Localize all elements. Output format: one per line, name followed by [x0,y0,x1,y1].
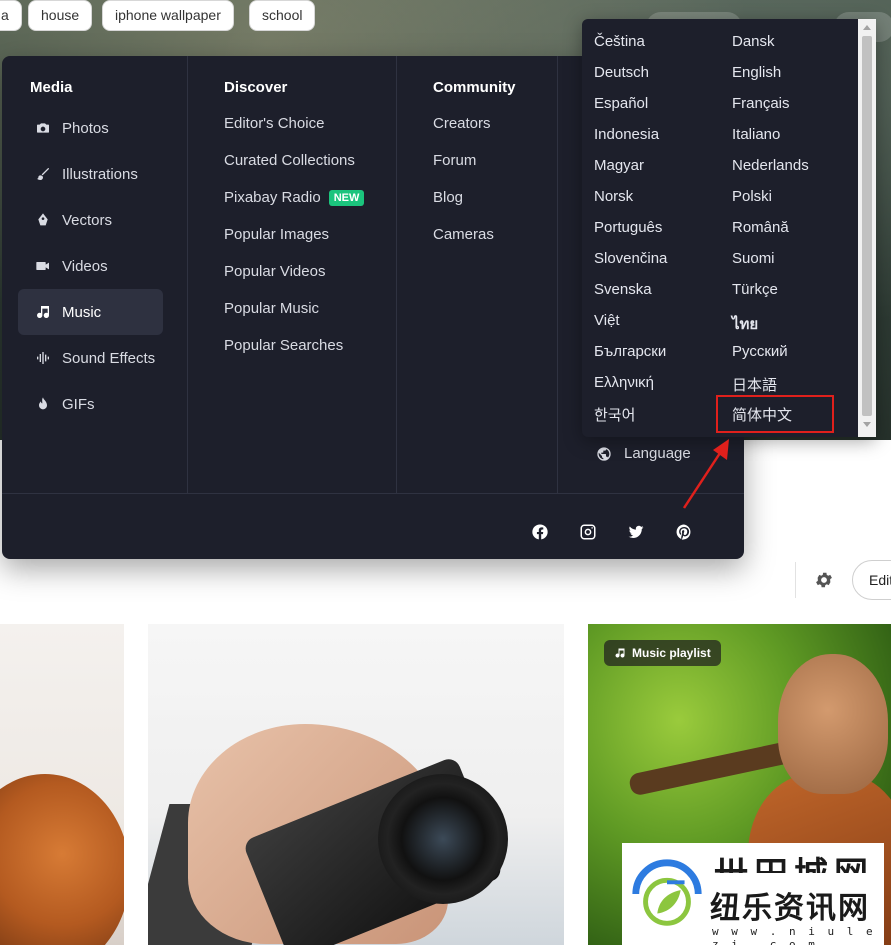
menu-item-label: GIFs [62,395,95,413]
badge-label: Music playlist [632,646,711,660]
menu-item-label: Sound Effects [62,349,156,367]
link-popular-videos[interactable]: Popular Videos [224,263,325,280]
language-option[interactable]: Русский [732,343,788,360]
language-option[interactable]: Việt [594,312,620,329]
globe-icon [597,446,611,461]
link-editors-choice[interactable]: Editor's Choice [224,115,324,132]
divider [795,562,796,598]
language-option[interactable]: Indonesia [594,126,659,143]
language-option[interactable]: Ελληνική [594,374,654,391]
annotation-highlight-box [716,395,834,433]
language-option[interactable]: Български [594,343,666,360]
divider [557,56,558,493]
divider [187,56,188,493]
scroll-up-arrow-icon[interactable] [863,25,871,30]
edit-button[interactable]: Edit [852,560,891,600]
brand-logo-icon [632,859,702,926]
language-option[interactable]: 日本語 [732,374,777,395]
twitter-icon[interactable] [626,522,646,542]
watermark-logo: 卅田城网 纽乐资讯网 w w w . n i u l e z i . c o m [622,843,884,945]
link-pixabay-radio[interactable]: Pixabay Radio NEW [224,189,365,206]
link-label: Pixabay Radio [224,189,321,206]
tag-chip[interactable]: house [28,0,93,31]
music-note-icon [34,303,52,321]
menu-item-music[interactable]: Music [18,289,163,335]
language-option[interactable]: Português [594,219,662,236]
menu-item-photos[interactable]: Photos [18,105,163,151]
menu-item-vectors[interactable]: Vectors [18,197,163,243]
music-playlist-badge: Music playlist [604,640,721,666]
link-blog[interactable]: Blog [433,189,463,206]
language-option[interactable]: Français [732,95,790,112]
language-option[interactable]: Română [732,219,789,236]
menu-item-sound-effects[interactable]: Sound Effects [18,335,163,381]
scroll-down-arrow-icon[interactable] [863,422,871,427]
gear-icon[interactable] [814,570,834,590]
link-cameras[interactable]: Cameras [433,226,494,243]
brush-icon [34,165,52,183]
menu-item-gifs[interactable]: GIFs [18,381,163,427]
waveform-icon [34,349,52,367]
link-popular-searches[interactable]: Popular Searches [224,337,343,354]
watermark-url: w w w . n i u l e z i . c o m [712,925,876,945]
link-popular-images[interactable]: Popular Images [224,226,329,243]
pinterest-icon[interactable] [674,522,694,542]
language-option[interactable]: Italiano [732,126,780,143]
pen-tool-icon [34,211,52,229]
language-selector[interactable]: Language [596,445,691,462]
language-option[interactable]: Dansk [732,33,775,50]
language-option[interactable]: Svenska [594,281,652,298]
discover-title: Discover [224,79,288,96]
menu-item-illustrations[interactable]: Illustrations [18,151,163,197]
menu-item-label: Videos [62,257,108,275]
media-title: Media [30,79,73,96]
menu-item-label: Vectors [62,211,113,229]
tag-chip[interactable]: a [0,0,22,31]
menu-item-label: Music [62,303,102,321]
language-option[interactable]: ไทย [732,312,758,336]
link-popular-music[interactable]: Popular Music [224,300,319,317]
language-option[interactable]: Türkçe [732,281,778,298]
divider [2,493,744,494]
language-option[interactable]: Suomi [732,250,775,267]
camera-icon [34,119,52,137]
language-option[interactable]: Deutsch [594,64,649,81]
watermark-brand: 纽乐资讯网 [710,891,870,926]
tag-chip[interactable]: school [249,0,316,31]
tag-chip[interactable]: iphone wallpaper [102,0,234,31]
language-option[interactable]: Polski [732,188,772,205]
flame-icon [34,395,52,413]
watermark-brand-top: 卅田城网 [714,847,874,873]
new-badge: NEW [328,190,365,206]
language-option[interactable]: Español [594,95,648,112]
link-creators[interactable]: Creators [433,115,491,132]
language-option[interactable]: Norsk [594,188,633,205]
facebook-icon[interactable] [530,522,550,542]
video-camera-icon [34,257,52,275]
language-option[interactable]: Slovenčina [594,250,667,267]
instagram-icon[interactable] [578,522,598,542]
link-forum[interactable]: Forum [433,152,476,169]
music-note-icon [615,648,625,658]
language-option[interactable]: Čeština [594,33,645,50]
scrollbar-thumb[interactable] [862,36,872,416]
language-option[interactable]: Magyar [594,157,644,174]
link-curated-collections[interactable]: Curated Collections [224,152,355,169]
language-label: Language [624,445,691,462]
divider [396,56,397,493]
result-image[interactable] [148,624,564,945]
menu-item-label: Photos [62,119,109,137]
language-option[interactable]: English [732,64,781,81]
community-title: Community [433,79,516,96]
menu-item-label: Illustrations [62,165,138,183]
language-option[interactable]: Nederlands [732,157,809,174]
language-option[interactable]: 한국어 [594,404,635,425]
menu-item-videos[interactable]: Videos [18,243,163,289]
result-image[interactable] [0,624,124,945]
